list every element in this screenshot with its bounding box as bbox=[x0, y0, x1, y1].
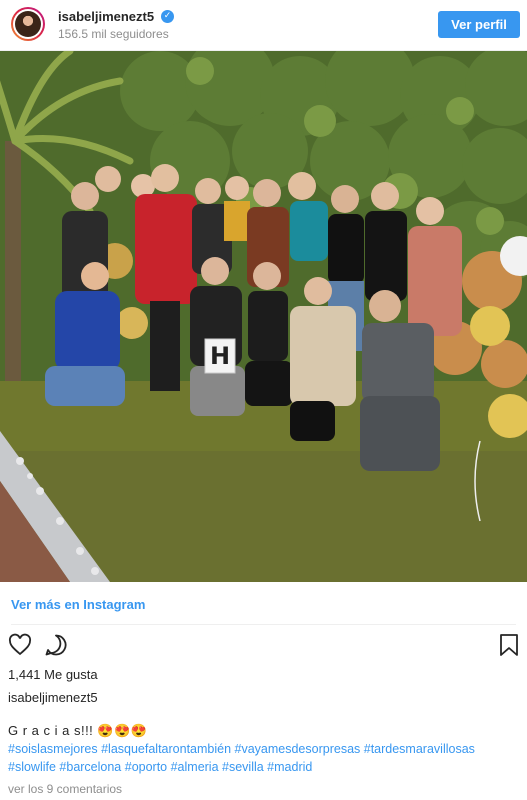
view-profile-button[interactable]: Ver perfil bbox=[438, 11, 520, 38]
avatar-ring bbox=[13, 9, 43, 39]
avatar-image bbox=[15, 11, 41, 37]
view-comments-link[interactable]: ver los 9 comentarios bbox=[8, 782, 122, 796]
hashtags-line[interactable]: #slowlife #barcelona #oporto #almeria #s… bbox=[8, 758, 523, 776]
heart-icon[interactable] bbox=[8, 633, 32, 662]
caption-hashtags: #soislasmejores #lasquefaltarontambién #… bbox=[8, 740, 523, 776]
letter-h-sign: H bbox=[210, 342, 230, 370]
comment-icon[interactable] bbox=[44, 633, 68, 662]
divider bbox=[11, 624, 516, 625]
bookmark-icon[interactable] bbox=[498, 633, 520, 662]
avatar[interactable] bbox=[11, 7, 45, 41]
hashtags-line[interactable]: #soislasmejores #lasquefaltarontambién #… bbox=[8, 740, 523, 758]
post-header: isabeljimenezt5 ✓ 156.5 mil seguidores V… bbox=[0, 0, 527, 51]
caption-text: G r a c i a s!!! 😍😍😍 bbox=[8, 723, 148, 738]
instagram-embed: isabeljimenezt5 ✓ 156.5 mil seguidores V… bbox=[0, 0, 527, 800]
group-photo-illustration: H bbox=[0, 51, 527, 582]
post-photo[interactable]: H bbox=[0, 51, 527, 582]
follower-count: 156.5 mil seguidores bbox=[58, 27, 169, 41]
caption-username[interactable]: isabeljimenezt5 bbox=[8, 690, 98, 705]
like-count[interactable]: 1,441 Me gusta bbox=[8, 667, 98, 682]
view-more-on-instagram-link[interactable]: Ver más en Instagram bbox=[11, 597, 145, 612]
username-link[interactable]: isabeljimenezt5 bbox=[58, 9, 154, 24]
verified-badge-icon: ✓ bbox=[161, 10, 174, 23]
